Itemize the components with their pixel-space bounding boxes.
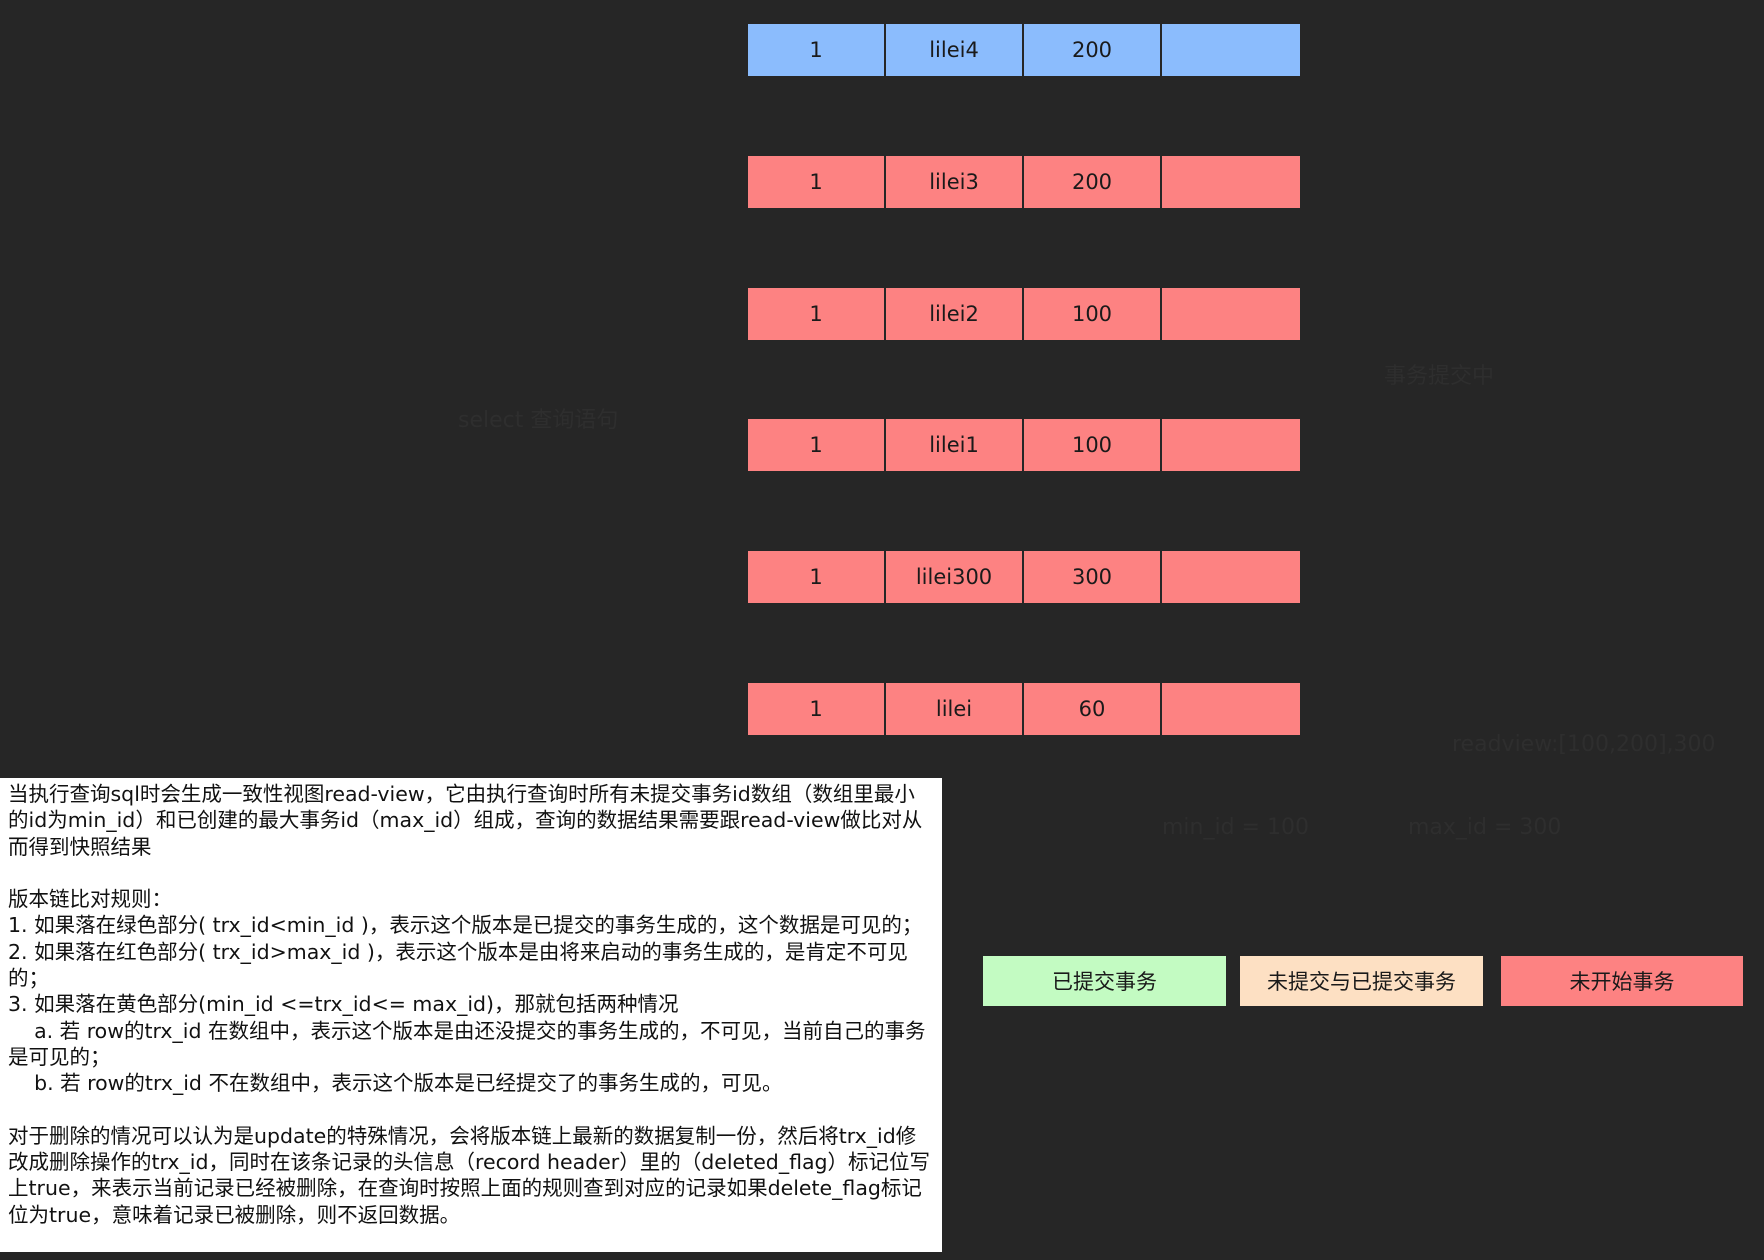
version-row: 1 lilei3 200: [748, 156, 1300, 208]
version-row: 1 lilei 60: [748, 683, 1300, 735]
notes-paragraph: 版本链比对规则：: [8, 887, 172, 912]
row-roll-pointer-cell: [1162, 24, 1300, 76]
legend-committed: 已提交事务: [983, 956, 1226, 1006]
row-roll-pointer-cell: [1162, 288, 1300, 340]
notes-paragraph: 3. 如果落在黄色部分(min_id <=trx_id<= max_id)，那就…: [8, 992, 679, 1017]
row-name-cell: lilei1: [886, 419, 1022, 471]
version-row: 1 lilei2 100: [748, 288, 1300, 340]
version-row: 1 lilei300 300: [748, 551, 1300, 603]
row-roll-pointer-cell: [1162, 551, 1300, 603]
row-name-cell: lilei: [886, 683, 1022, 735]
row-trx-id-cell: 60: [1024, 683, 1160, 735]
select-query-label: select 查询语句: [458, 408, 619, 433]
version-row-current: 1 lilei4 200: [748, 24, 1300, 76]
row-roll-pointer-cell: [1162, 419, 1300, 471]
legend-uncommitted-and-committed: 未提交与已提交事务: [1240, 956, 1483, 1006]
version-row: 1 lilei1 100: [748, 419, 1300, 471]
notes-paragraph: 对于删除的情况可以认为是update的特殊情况，会将版本链上最新的数据复制一份，…: [8, 1123, 931, 1227]
row-id-cell: 1: [748, 24, 884, 76]
row-name-cell: lilei300: [886, 551, 1022, 603]
notes-paragraph: 2. 如果落在红色部分( trx_id>max_id )，表示这个版本是由将来启…: [8, 939, 908, 991]
notes-blank-line: [8, 860, 934, 886]
notes-blank-line: [8, 1097, 934, 1123]
row-trx-id-cell: 100: [1024, 288, 1160, 340]
legend-not-started: 未开始事务: [1501, 956, 1743, 1006]
notes-paragraph: 当执行查询sql时会生成一致性视图read-view，它由执行查询时所有未提交事…: [8, 782, 923, 859]
row-id-cell: 1: [748, 288, 884, 340]
row-id-cell: 1: [748, 551, 884, 603]
row-id-cell: 1: [748, 156, 884, 208]
row-roll-pointer-cell: [1162, 683, 1300, 735]
row-trx-id-cell: 100: [1024, 419, 1160, 471]
row-trx-id-cell: 300: [1024, 551, 1160, 603]
row-id-cell: 1: [748, 683, 884, 735]
row-trx-id-cell: 200: [1024, 156, 1160, 208]
explanation-notes: 当执行查询sql时会生成一致性视图read-view，它由执行查询时所有未提交事…: [0, 778, 942, 1252]
row-trx-id-cell: 200: [1024, 24, 1160, 76]
transaction-commit-label: 事务提交中: [1384, 364, 1495, 389]
row-roll-pointer-cell: [1162, 156, 1300, 208]
row-name-cell: lilei4: [886, 24, 1022, 76]
row-id-cell: 1: [748, 419, 884, 471]
max-id-label: max_id = 300: [1408, 815, 1562, 840]
notes-paragraph: a. 若 row的trx_id 在数组中，表示这个版本是由还没提交的事务生成的，…: [8, 1018, 926, 1069]
notes-paragraph: b. 若 row的trx_id 不在数组中，表示这个版本是已经提交了的事务生成的…: [8, 1071, 783, 1096]
notes-paragraph: 1. 如果落在绿色部分( trx_id<min_id )，表示这个版本是已提交的…: [8, 913, 923, 938]
read-view-label: readview:[100,200],300: [1452, 732, 1716, 757]
min-id-label: min_id = 100: [1162, 815, 1309, 840]
row-name-cell: lilei3: [886, 156, 1022, 208]
row-name-cell: lilei2: [886, 288, 1022, 340]
